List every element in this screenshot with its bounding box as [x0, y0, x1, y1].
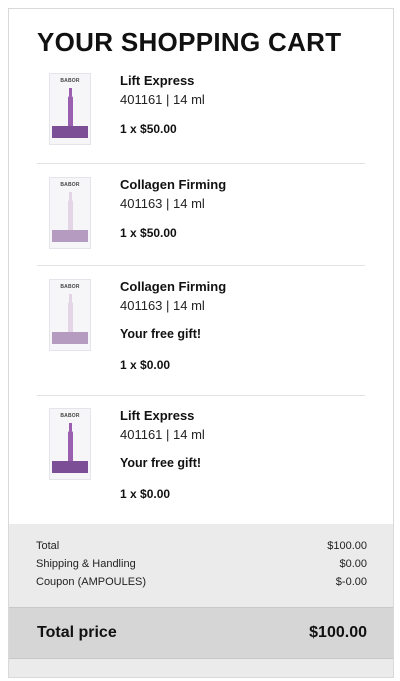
summary-total-label: Total: [36, 540, 60, 552]
item-info: Lift Express 401161 | 14 ml Your free gi…: [120, 408, 205, 501]
item-name[interactable]: Collagen Firming: [120, 279, 226, 295]
product-image[interactable]: BABOR: [49, 408, 91, 480]
item-divider: [37, 163, 365, 164]
product-band: [52, 461, 88, 473]
product-band: [52, 332, 88, 344]
item-meta: 401163 | 14 ml: [120, 298, 205, 313]
item-name[interactable]: Collagen Firming: [120, 177, 226, 193]
item-meta: 401163 | 14 ml: [120, 196, 205, 211]
product-image[interactable]: BABOR: [49, 279, 91, 351]
cart-item: BABOR Lift Express 401161 | 14 ml Your f…: [37, 408, 365, 523]
item-price: 1 x $0.00: [120, 358, 171, 372]
vial-neck-shape: [69, 423, 72, 431]
grand-total-value: $100.00: [309, 624, 367, 641]
free-gift-label: Your free gift!: [120, 456, 202, 470]
summary-coupon-label: Coupon (AMPOULES): [36, 576, 147, 588]
cart-panel: YOUR SHOPPING CART BABOR Lift Express 40…: [8, 8, 394, 678]
grand-total-label: Total price: [37, 624, 117, 641]
summary-row-coupon: Coupon (AMPOULES) $-0.00: [36, 576, 367, 588]
item-info: Lift Express 401161 | 14 ml 1 x $50.00: [120, 73, 205, 136]
footer-strip: [9, 659, 393, 677]
summary-row-total: Total $100.00: [36, 540, 367, 552]
item-name[interactable]: Lift Express: [120, 73, 205, 89]
item-info: Collagen Firming 401163 | 14 ml 1 x $50.…: [120, 177, 226, 240]
page-title: YOUR SHOPPING CART: [37, 27, 342, 57]
cart-item: BABOR Collagen Firming 401163 | 14 ml 1 …: [37, 177, 365, 265]
cart-item: BABOR Lift Express 401161 | 14 ml 1 x $5…: [37, 73, 365, 163]
product-brand-mark: BABOR: [60, 78, 80, 84]
summary-total-value: $100.00: [327, 540, 367, 552]
product-band: [52, 230, 88, 242]
item-price: 1 x $50.00: [120, 226, 177, 240]
vial-neck-shape: [69, 88, 72, 96]
product-image[interactable]: BABOR: [49, 177, 91, 249]
item-divider: [37, 265, 365, 266]
item-info: Collagen Firming 401163 | 14 ml Your fre…: [120, 279, 226, 372]
product-brand-mark: BABOR: [60, 413, 80, 419]
product-image[interactable]: BABOR: [49, 73, 91, 145]
summary-coupon-value: $-0.00: [335, 576, 367, 588]
cart-item: BABOR Collagen Firming 401163 | 14 ml Yo…: [37, 279, 365, 394]
product-band: [52, 126, 88, 138]
item-meta: 401161 | 14 ml: [120, 427, 205, 442]
vial-neck-shape: [69, 294, 72, 302]
product-brand-mark: BABOR: [60, 182, 80, 188]
summary-row-shipping: Shipping & Handling $0.00: [36, 558, 367, 570]
grand-total-bar: Total price $100.00: [9, 607, 393, 659]
item-meta: 401161 | 14 ml: [120, 92, 205, 107]
item-price: 1 x $50.00: [120, 122, 177, 136]
product-brand-mark: BABOR: [60, 284, 80, 290]
vial-neck-shape: [69, 192, 72, 200]
order-summary: Total $100.00 Shipping & Handling $0.00 …: [9, 524, 393, 609]
item-divider: [37, 395, 365, 396]
summary-shipping-value: $0.00: [339, 558, 367, 570]
item-name[interactable]: Lift Express: [120, 408, 205, 424]
free-gift-label: Your free gift!: [120, 327, 202, 341]
summary-shipping-label: Shipping & Handling: [36, 558, 136, 570]
item-price: 1 x $0.00: [120, 487, 171, 501]
